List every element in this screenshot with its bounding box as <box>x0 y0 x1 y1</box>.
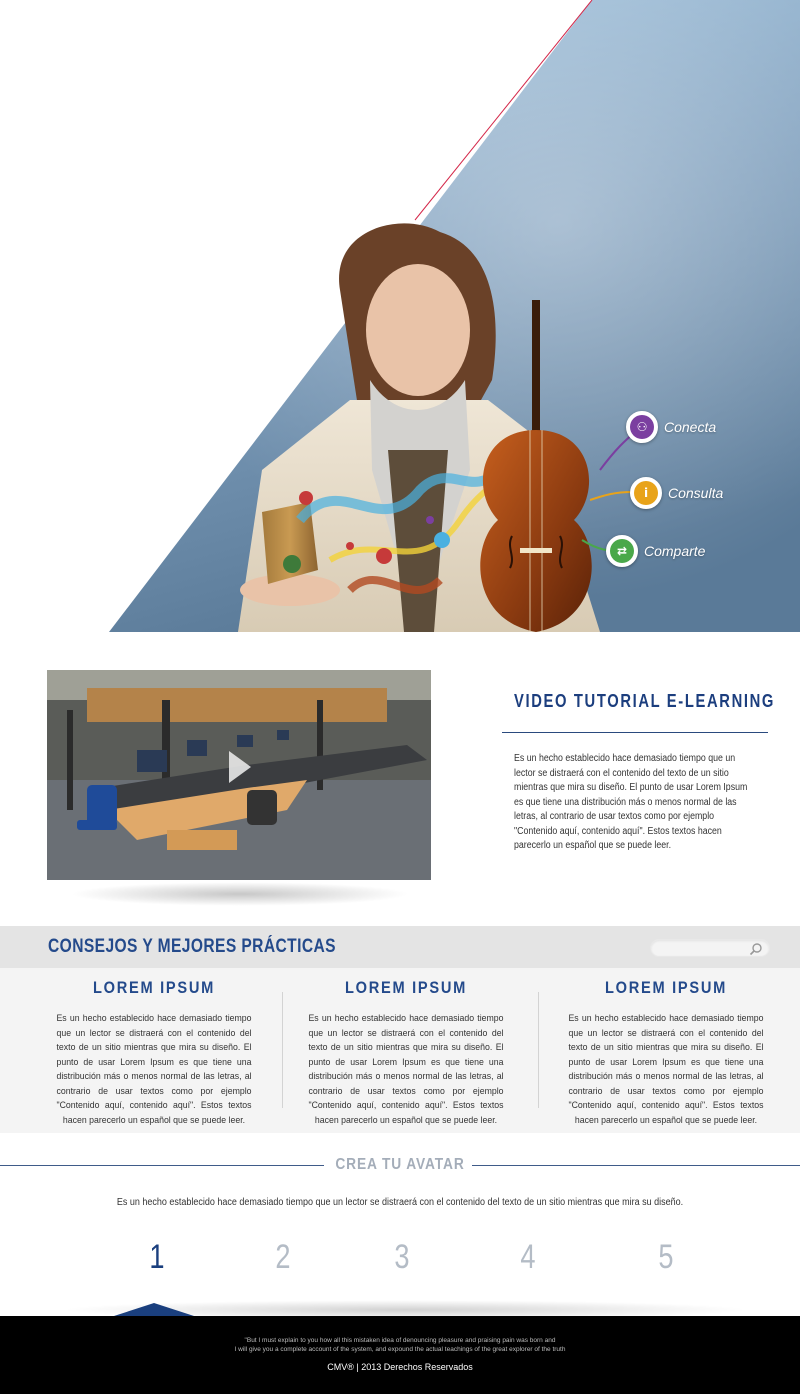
consejo-column: LOREM IPSUM Es un hecho establecido hace… <box>560 978 772 1128</box>
active-step-pointer <box>114 1303 194 1316</box>
search-icon[interactable] <box>749 942 763 956</box>
avatar-step-2[interactable]: 2 <box>267 1238 299 1277</box>
footer-quote-line: I will give you a complete account of th… <box>234 1346 566 1353</box>
footer-quote-line: "But I must explain to you how all this … <box>244 1337 556 1344</box>
footer <box>0 1316 800 1394</box>
consejo-text: Es un hecho establecido hace demasiado t… <box>568 1013 764 1126</box>
avatar-step-1[interactable]: 1 <box>141 1238 173 1277</box>
search-box[interactable] <box>650 939 770 957</box>
avatar-title: CREA TU AVATAR <box>335 1156 465 1173</box>
consejo-column: LOREM IPSUM Es un hecho establecido hace… <box>48 978 260 1128</box>
video-divider <box>502 732 768 733</box>
avatar-step-3[interactable]: 3 <box>386 1238 418 1277</box>
play-icon <box>229 751 251 783</box>
consejo-title: LOREM IPSUM <box>344 978 468 997</box>
avatar-rule-left <box>0 1165 324 1166</box>
info-icon: i <box>634 481 658 505</box>
avatar-description: Es un hecho establecido hace demasiado t… <box>116 1197 684 1208</box>
hero-banner: ⚇ Conecta i Consulta ⇄ Comparte <box>0 0 800 632</box>
column-divider <box>282 992 283 1108</box>
consejo-text: Es un hecho establecido hace demasiado t… <box>308 1013 504 1126</box>
bubble-ring: ⇄ <box>606 535 638 567</box>
share-icon: ⇄ <box>610 539 634 563</box>
footer-copyright: CMV® | 2013 Derechos Reservados <box>327 1362 473 1372</box>
consejo-text: Es un hecho establecido hace demasiado t… <box>56 1013 252 1126</box>
footer-quote: "But I must explain to you how all this … <box>200 1336 600 1354</box>
consejo-title: LOREM IPSUM <box>604 978 728 997</box>
hero-bubble-comparte[interactable]: ⇄ Comparte <box>606 535 705 567</box>
avatar-rule-right <box>472 1165 800 1166</box>
bubble-ring: ⚇ <box>626 411 658 443</box>
bubble-ring: i <box>630 477 662 509</box>
video-description: Es un hecho establecido hace demasiado t… <box>514 753 748 851</box>
bubble-label-conecta: Conecta <box>664 419 717 435</box>
avatar-step-4[interactable]: 4 <box>512 1238 544 1277</box>
consejos-title: CONSEJOS Y MEJORES PRÁCTICAS <box>48 936 336 957</box>
bubble-label-consulta: Consulta <box>668 485 724 501</box>
video-title: VIDEO TUTORIAL E-LEARNING <box>514 691 776 711</box>
search-input[interactable] <box>659 942 751 955</box>
consejo-title: LOREM IPSUM <box>92 978 216 997</box>
hero-bubble-conecta[interactable]: ⚇ Conecta <box>626 411 716 443</box>
bubble-label-comparte: Comparte <box>644 543 706 559</box>
avatar-step-5[interactable]: 5 <box>650 1238 682 1277</box>
play-button[interactable] <box>222 747 258 787</box>
handshake-icon: ⚇ <box>630 415 654 439</box>
column-divider <box>538 992 539 1108</box>
video-shadow <box>70 882 410 906</box>
hero-bubble-consulta[interactable]: i Consulta <box>630 477 723 509</box>
consejo-column: LOREM IPSUM Es un hecho establecido hace… <box>300 978 512 1128</box>
